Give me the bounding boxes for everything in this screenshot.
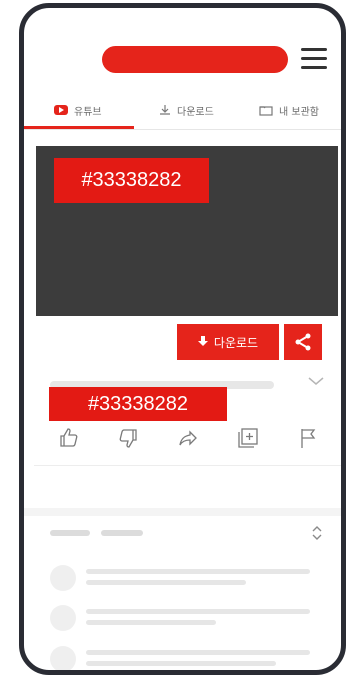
tab-divider	[24, 129, 341, 130]
youtube-icon	[54, 105, 68, 115]
download-icon	[160, 105, 170, 115]
video-label: #33338282	[54, 158, 209, 203]
comment-row	[50, 646, 310, 670]
download-button[interactable]: 다운로드	[177, 324, 279, 360]
share-arrow-icon[interactable]	[176, 426, 200, 450]
title-label: #33338282	[49, 387, 227, 421]
comment-row	[50, 605, 310, 631]
app-screen: 유튜브 다운로드 내 보관함 #33338282 다운로드 #33338282	[24, 8, 341, 670]
tab-bar: 유튜브 다운로드 내 보관함	[24, 90, 341, 130]
avatar	[50, 565, 76, 591]
tab-youtube-label: 유튜브	[74, 106, 102, 118]
comment-row	[50, 565, 310, 591]
download-arrow-icon	[197, 336, 208, 348]
comment-text-placeholder	[86, 661, 276, 666]
add-to-playlist-icon[interactable]	[236, 426, 260, 450]
tab-youtube[interactable]: 유튜브	[54, 98, 102, 122]
search-pill[interactable]	[102, 46, 288, 73]
section-separator	[24, 508, 341, 516]
avatar	[50, 605, 76, 631]
comment-text-placeholder	[86, 650, 310, 655]
thumbs-down-icon[interactable]	[116, 426, 140, 450]
chevron-down-icon[interactable]	[307, 374, 325, 388]
folder-icon	[259, 105, 273, 116]
sort-icon[interactable]	[310, 524, 324, 542]
share-button[interactable]	[284, 324, 322, 360]
flag-icon[interactable]	[296, 426, 320, 450]
actions-divider	[34, 465, 341, 466]
video-actions	[24, 426, 341, 456]
comment-text-placeholder	[86, 569, 310, 574]
tab-library[interactable]: 내 보관함	[259, 98, 319, 122]
comments-count-placeholder	[101, 530, 143, 536]
comment-text-placeholder	[86, 620, 216, 625]
comments-header-placeholder	[50, 530, 90, 536]
share-icon	[295, 333, 311, 351]
thumbs-up-icon[interactable]	[57, 426, 81, 450]
download-button-label: 다운로드	[213, 335, 259, 350]
avatar	[50, 646, 76, 670]
phone-frame: 유튜브 다운로드 내 보관함 #33338282 다운로드 #33338282	[19, 3, 346, 675]
tab-download[interactable]: 다운로드	[159, 98, 214, 122]
video-player[interactable]: #33338282	[36, 146, 338, 316]
hamburger-menu-icon[interactable]	[301, 48, 327, 70]
tab-library-label: 내 보관함	[279, 106, 319, 118]
top-bar	[24, 8, 341, 86]
comment-text-placeholder	[86, 609, 310, 614]
comment-text-placeholder	[86, 580, 246, 585]
tab-download-label: 다운로드	[177, 106, 214, 118]
